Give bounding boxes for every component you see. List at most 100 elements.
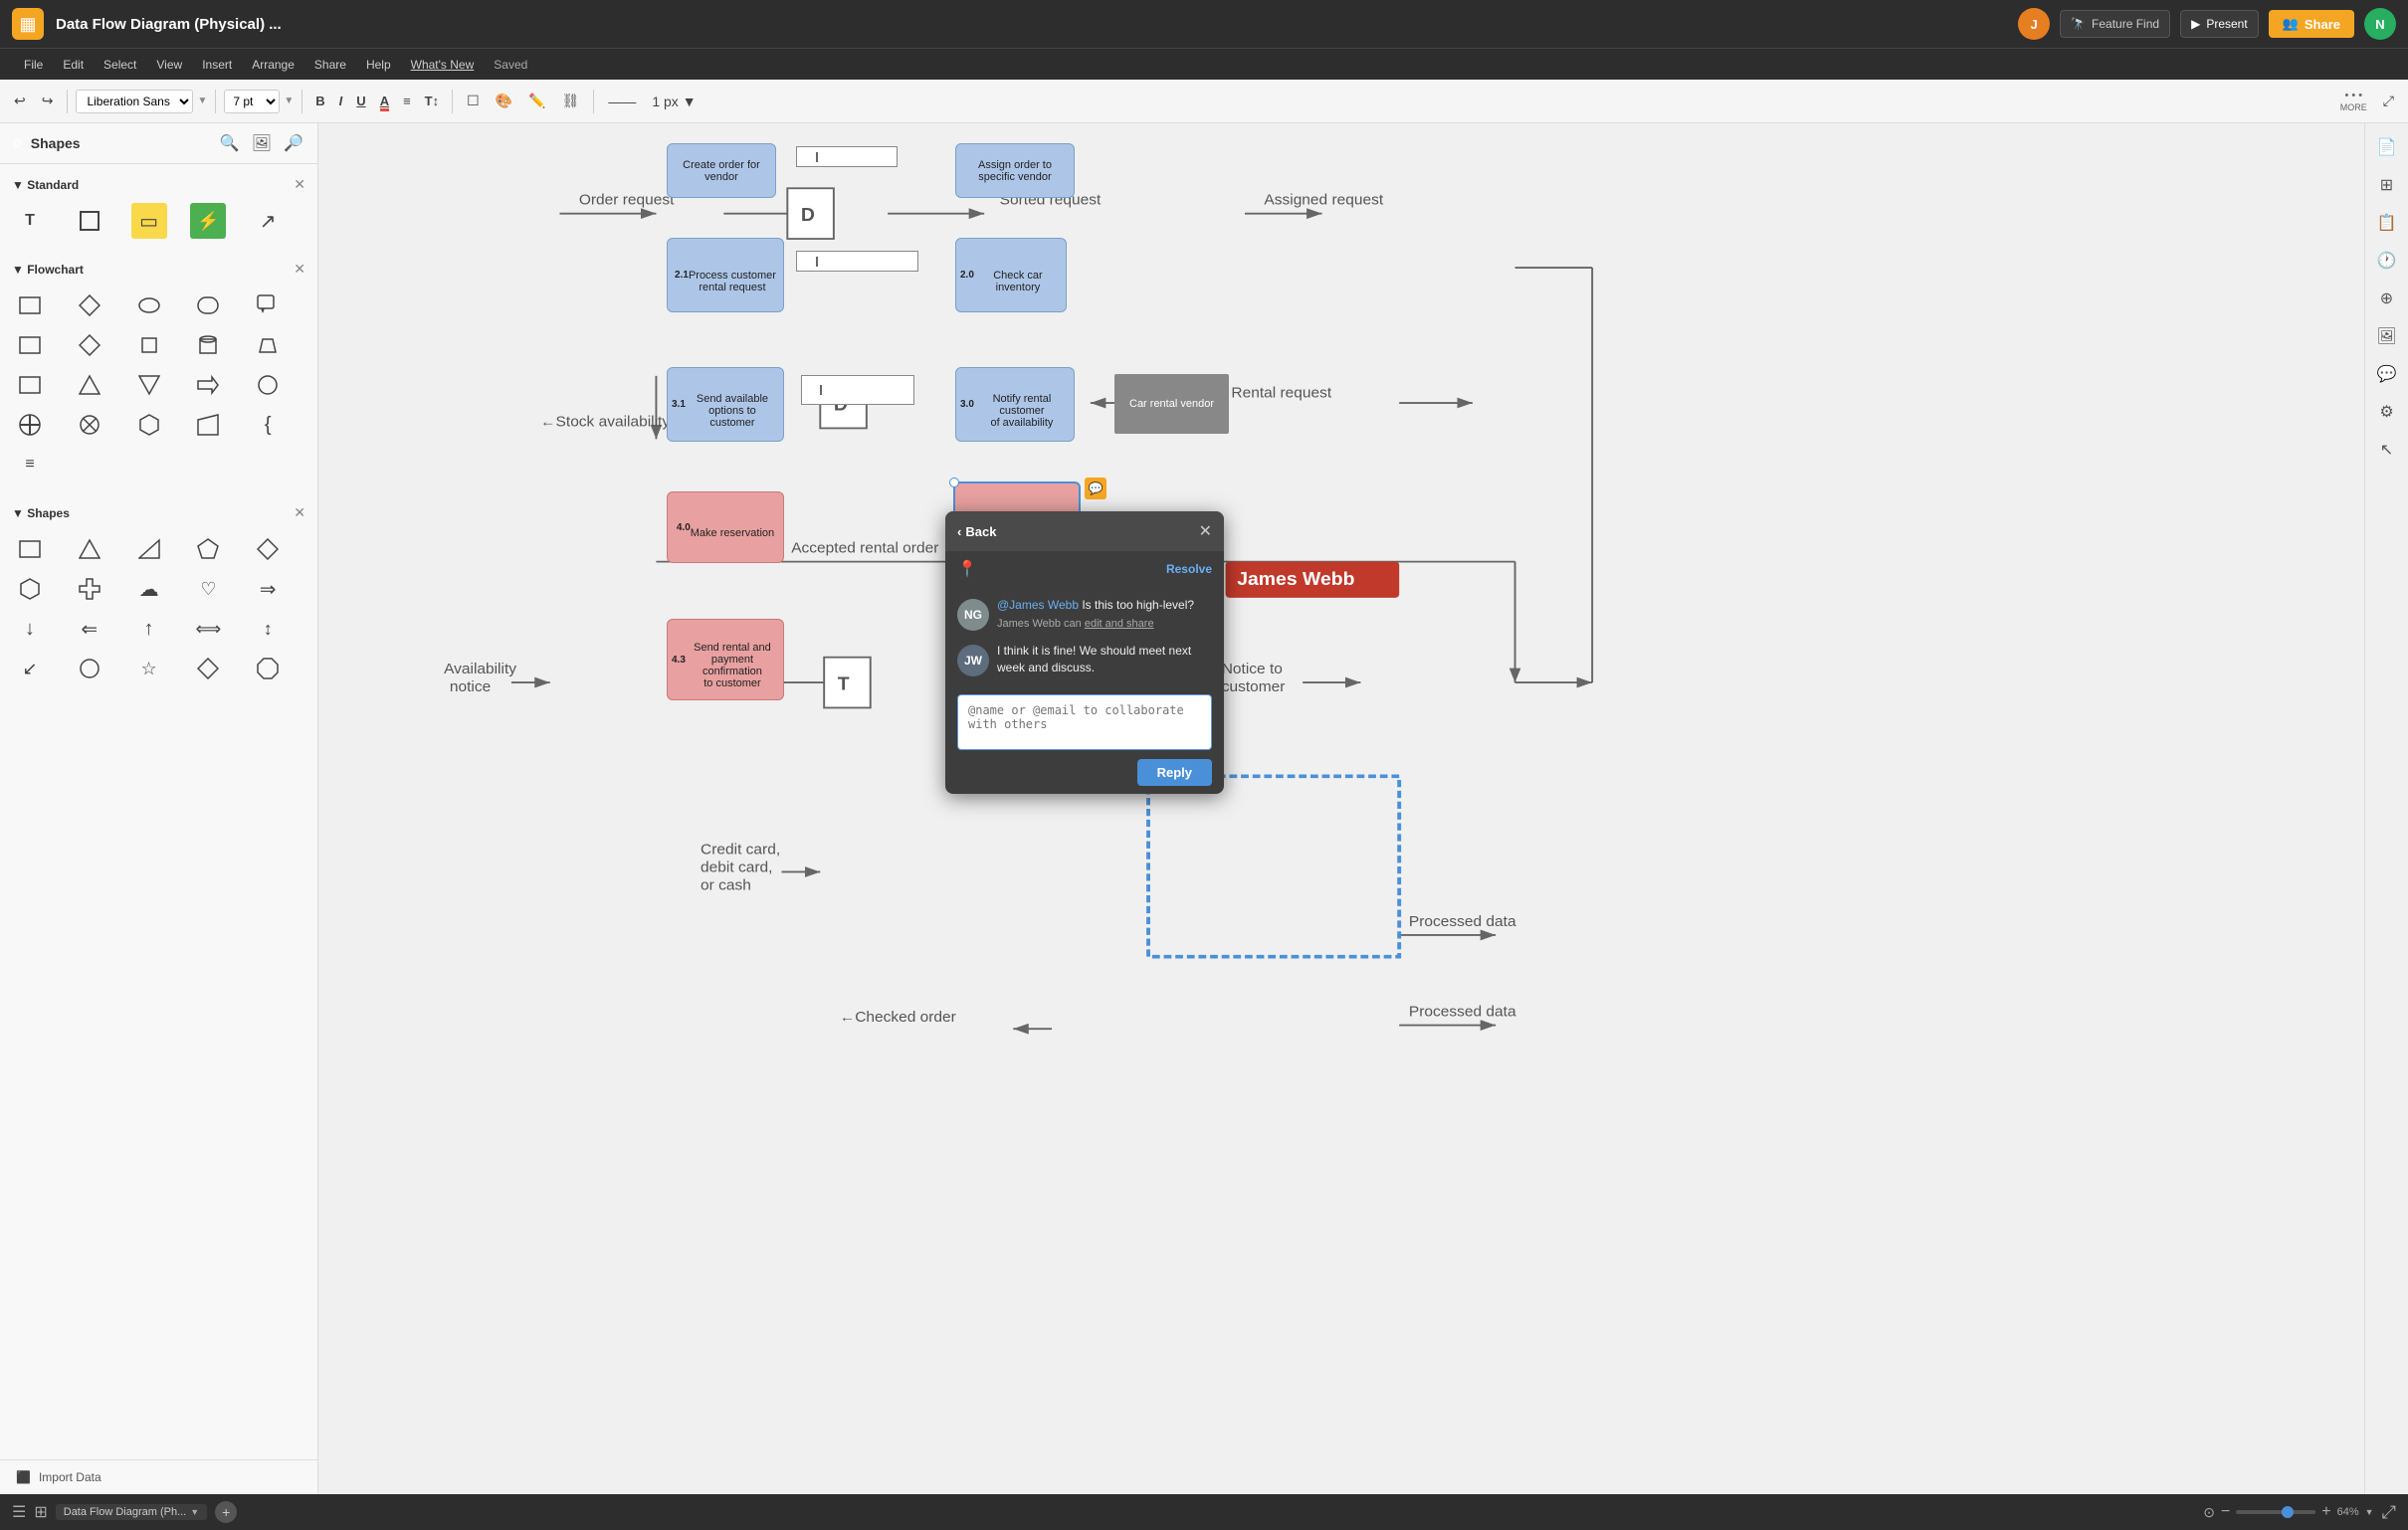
underline-button[interactable]: U <box>351 90 370 112</box>
zoom-slider[interactable] <box>2236 1510 2315 1514</box>
right-panel-clock-icon[interactable]: 🕐 <box>2371 245 2403 277</box>
sh-double-arrow-v[interactable]: ↕ <box>250 611 286 647</box>
undo-button[interactable]: ↩ <box>8 89 32 113</box>
standard-section-header[interactable]: ▼ Standard ✕ <box>8 172 309 197</box>
right-panel-pages-icon[interactable]: 📄 <box>2371 131 2403 163</box>
shapes-section-close[interactable]: ✕ <box>294 504 305 521</box>
shape-text[interactable]: T <box>12 203 48 239</box>
sh-triangle[interactable] <box>72 531 107 567</box>
comment-close-button[interactable]: ✕ <box>1199 521 1212 541</box>
line-style-button[interactable]: —— <box>602 90 642 113</box>
right-panel-cursor-icon[interactable]: ↖ <box>2371 434 2403 466</box>
fill-color-button[interactable]: 🎨 <box>490 89 518 113</box>
feature-find-button[interactable]: 🔭 Feature Find <box>2060 10 2170 38</box>
menu-insert[interactable]: Insert <box>194 55 240 75</box>
fc-rect2[interactable] <box>12 327 48 363</box>
flowchart-section-close[interactable]: ✕ <box>294 261 305 278</box>
more-button[interactable]: • • • MORE <box>2340 90 2367 112</box>
node-assign-order[interactable]: Assign order tospecific vendor <box>955 143 1075 198</box>
fc-rect3[interactable] <box>12 367 48 403</box>
fc-callout[interactable] <box>250 287 286 323</box>
right-panel-table-icon[interactable]: ⊞ <box>2371 169 2403 201</box>
shape-style-button[interactable]: ☐ <box>461 89 486 113</box>
add-page-button[interactable]: + <box>215 1501 237 1523</box>
font-color-button[interactable]: A <box>375 90 394 112</box>
node-31[interactable]: 3.1Send availableoptions to customer <box>667 367 784 442</box>
share-button[interactable]: 👥 Share <box>2269 10 2354 38</box>
fc-oval[interactable] <box>131 287 167 323</box>
menu-arrange[interactable]: Arrange <box>244 55 302 75</box>
sh-arrow-left[interactable]: ⇐ <box>72 611 107 647</box>
fc-rounded-rect[interactable] <box>190 287 226 323</box>
right-panel-copy-icon[interactable]: 📋 <box>2371 207 2403 239</box>
node-43[interactable]: 4.3Send rental andpayment confirmationto… <box>667 619 784 700</box>
datastore-rental-inventory[interactable]: D Rental car inventory <box>796 251 918 272</box>
user-avatar-n[interactable]: N <box>2364 8 2396 40</box>
comment-indicator[interactable]: 💬 <box>1085 478 1106 499</box>
present-button[interactable]: ▶ Present <box>2180 10 2259 38</box>
list-view-icon[interactable]: ☰ <box>12 1502 26 1522</box>
reply-input[interactable] <box>957 694 1212 750</box>
selection-handle-tl[interactable] <box>949 478 959 487</box>
shapes-image-button[interactable]: 🖼 <box>250 131 274 155</box>
node-create-order[interactable]: Create order forvendor <box>667 143 776 198</box>
align-button[interactable]: ≡ <box>398 90 416 112</box>
datastore-temp-rental[interactable]: T Temporary availablerental options file <box>801 375 914 405</box>
import-data-button[interactable]: ⬛ Import Data <box>0 1459 317 1494</box>
sh-cross[interactable] <box>72 571 107 607</box>
shapes-section-header[interactable]: ▼ Shapes ✕ <box>8 500 309 525</box>
sh-diamond2[interactable] <box>190 651 226 686</box>
menu-file[interactable]: File <box>16 55 51 75</box>
shapes-find-button[interactable]: 🔎 <box>282 131 305 155</box>
zoom-out-button[interactable]: − <box>2221 1503 2230 1521</box>
shape-arrow[interactable]: ↗ <box>250 203 286 239</box>
fullscreen-toggle[interactable]: ⤢ <box>2377 89 2400 113</box>
redo-button[interactable]: ↪ <box>36 89 60 113</box>
fc-circle[interactable] <box>250 367 286 403</box>
menu-view[interactable]: View <box>148 55 190 75</box>
fc-cylinder[interactable] <box>190 327 226 363</box>
standard-section-close[interactable]: ✕ <box>294 176 305 193</box>
fc-triangle[interactable] <box>72 367 107 403</box>
fc-manual-input[interactable] <box>190 407 226 443</box>
right-panel-photo-icon[interactable]: 🖼 <box>2371 320 2403 352</box>
fc-diamond[interactable] <box>72 287 107 323</box>
comment-back-button[interactable]: ‹ Back <box>957 524 996 539</box>
fc-x-circle[interactable] <box>72 407 107 443</box>
menu-whats-new[interactable]: What's New <box>403 55 483 75</box>
menu-select[interactable]: Select <box>96 55 144 75</box>
right-panel-layers-icon[interactable]: ⊕ <box>2371 283 2403 314</box>
page-tab[interactable]: Data Flow Diagram (Ph... ▼ <box>56 1504 207 1520</box>
sh-heart[interactable]: ♡ <box>190 571 226 607</box>
zoom-thumb[interactable] <box>2282 1506 2294 1518</box>
connection-button[interactable]: ⛓ <box>556 89 586 113</box>
node-40[interactable]: 4.0Make reservation <box>667 491 784 563</box>
menu-help[interactable]: Help <box>358 55 399 75</box>
fc-rect[interactable] <box>12 287 48 323</box>
edit-share-link[interactable]: edit and share <box>1085 618 1154 630</box>
user-avatar-j[interactable]: J <box>2018 8 2050 40</box>
sh-hexagon[interactable] <box>12 571 48 607</box>
line-width-button[interactable]: 1 px ▼ <box>646 90 702 113</box>
sh-diamond[interactable] <box>250 531 286 567</box>
flowchart-section-header[interactable]: ▼ Flowchart ✕ <box>8 257 309 282</box>
sh-star[interactable]: ☆ <box>131 651 167 686</box>
shape-rectangle[interactable] <box>72 203 107 239</box>
fc-lines[interactable]: ≡ <box>12 447 48 482</box>
fc-diamond2[interactable] <box>72 327 107 363</box>
right-panel-chat-icon[interactable]: 💬 <box>2371 358 2403 390</box>
text-format-button[interactable]: T↕ <box>420 90 444 112</box>
canvas-area[interactable]: Order request Sorted request Assigned re… <box>318 123 2364 1494</box>
resolve-button[interactable]: Resolve <box>1166 562 1212 576</box>
node-21[interactable]: 2.1Process customerrental request <box>667 238 784 312</box>
sh-double-arrow-h[interactable]: ⟺ <box>190 611 226 647</box>
menu-share[interactable]: Share <box>306 55 354 75</box>
shapes-search-button[interactable]: 🔍 <box>218 131 242 155</box>
fc-triangle-down[interactable] <box>131 367 167 403</box>
sh-arrow-corner[interactable]: ↙ <box>12 651 48 686</box>
fc-parallelogram[interactable] <box>131 327 167 363</box>
sh-cloud[interactable]: ☁ <box>131 571 167 607</box>
datastore-request-queue[interactable]: D Request queue <box>796 146 898 167</box>
font-family-select[interactable]: Liberation Sans <box>76 90 193 113</box>
line-color-button[interactable]: ✏️ <box>522 89 551 113</box>
